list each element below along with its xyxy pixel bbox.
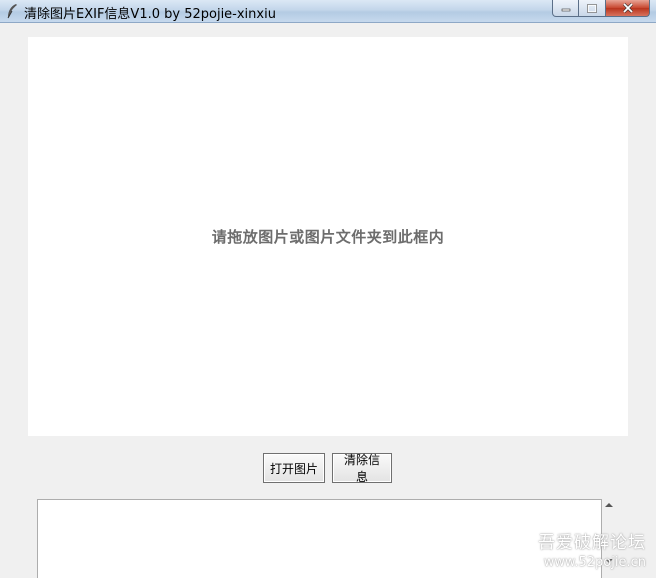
- clear-info-button[interactable]: 清除信息: [332, 453, 392, 484]
- feather-icon: [7, 4, 17, 19]
- drop-zone[interactable]: 请拖放图片或图片文件夹到此框内: [28, 37, 628, 436]
- scroll-down-icon[interactable]: [605, 559, 613, 563]
- maximize-icon: [587, 3, 597, 13]
- window-controls: [552, 0, 650, 18]
- info-scrollbar[interactable]: [602, 499, 617, 578]
- drop-zone-hint: 请拖放图片或图片文件夹到此框内: [211, 228, 445, 246]
- info-output-textarea[interactable]: [37, 499, 602, 578]
- scroll-up-icon[interactable]: [605, 503, 613, 507]
- maximize-button[interactable]: [579, 0, 606, 17]
- minimize-icon: [561, 8, 570, 12]
- close-icon: [622, 3, 633, 13]
- title-bar[interactable]: 清除图片EXIF信息V1.0 by 52pojie-xinxiu: [0, 0, 656, 23]
- window-title: 清除图片EXIF信息V1.0 by 52pojie-xinxiu: [24, 7, 276, 22]
- minimize-button[interactable]: [552, 0, 579, 17]
- close-button[interactable]: [606, 0, 650, 17]
- open-image-button[interactable]: 打开图片: [263, 453, 325, 483]
